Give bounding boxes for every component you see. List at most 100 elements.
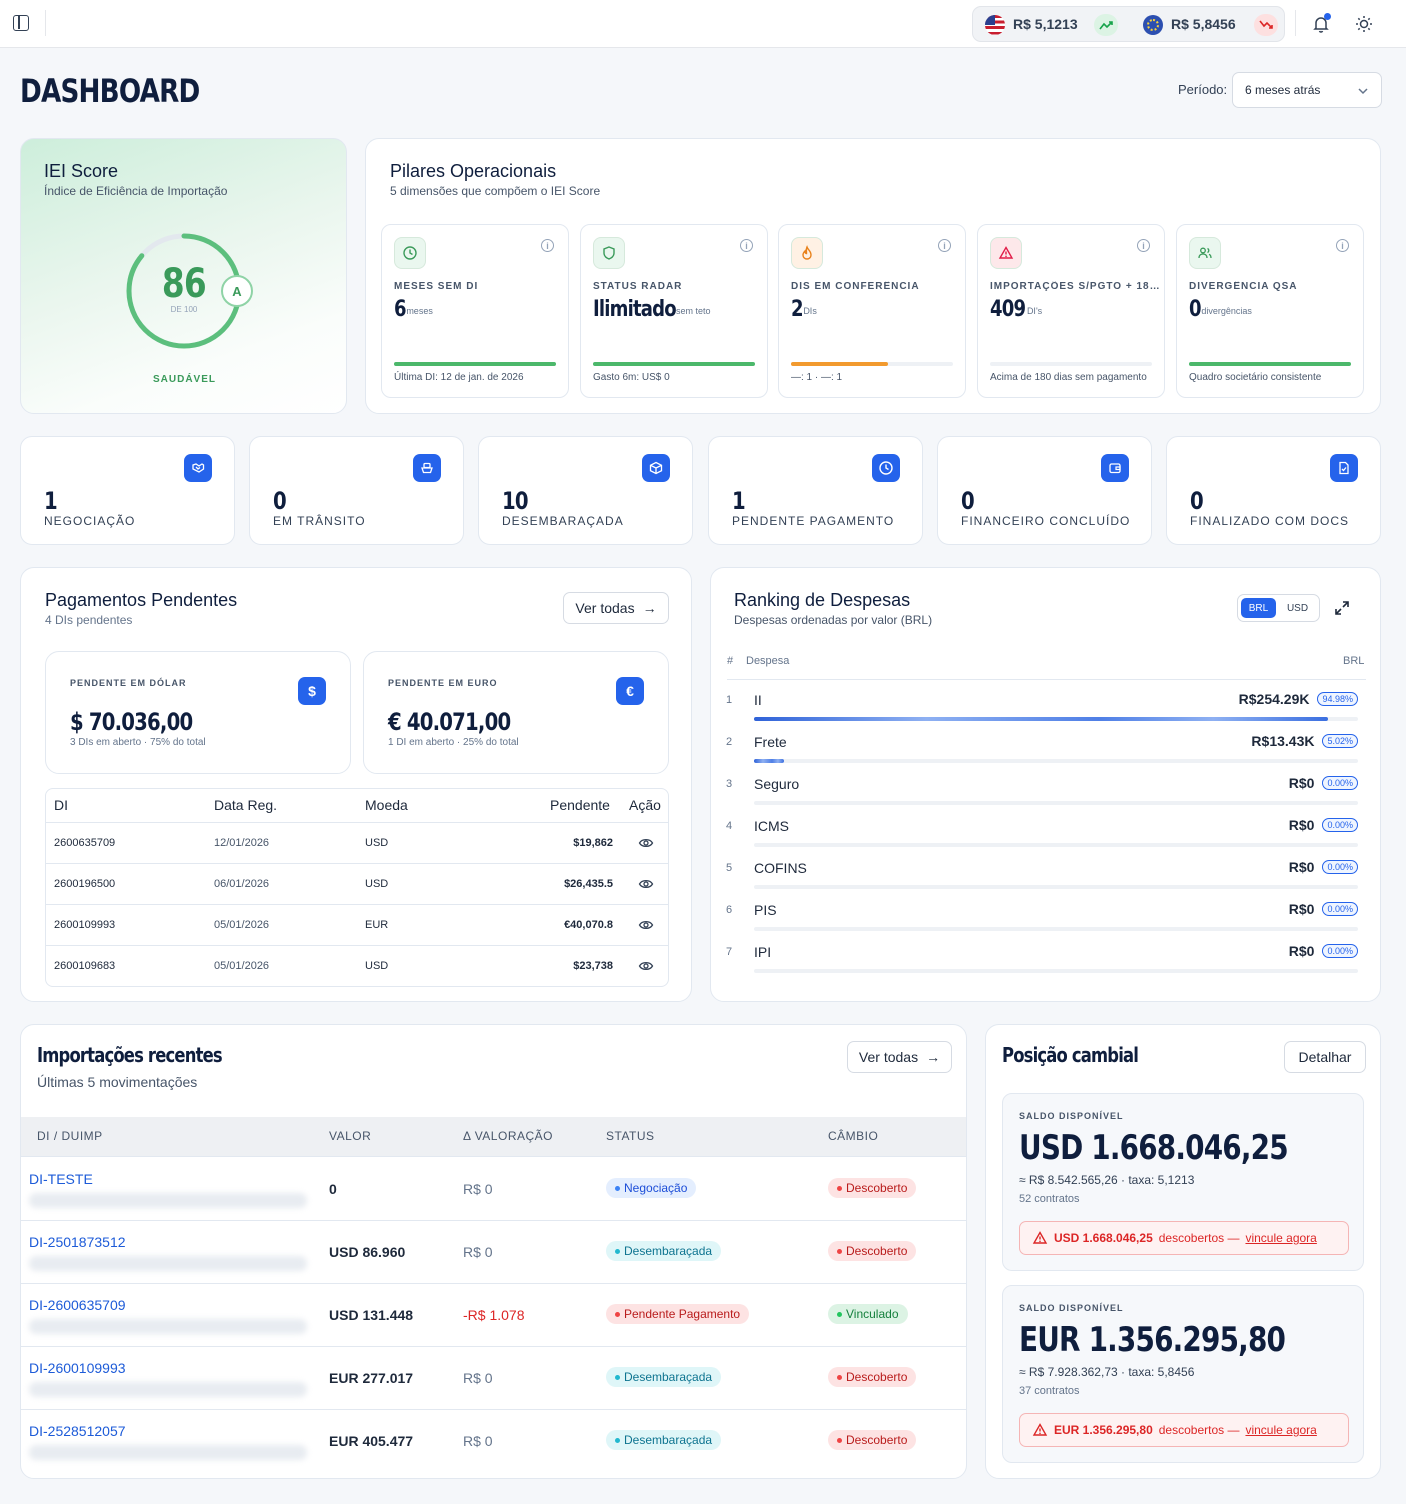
pillar-progress: [791, 362, 953, 366]
info-icon[interactable]: i: [1137, 239, 1150, 252]
di-link[interactable]: DI-2501873512: [29, 1234, 126, 1250]
status-text: Desembaraçada: [624, 1433, 713, 1447]
fx-detail-button[interactable]: Detalhar: [1284, 1041, 1366, 1073]
period-select[interactable]: 6 meses atrás: [1232, 72, 1382, 108]
alert-icon: [990, 237, 1022, 269]
cell-pending: $19,862: [573, 837, 613, 849]
ranking-name: Frete: [754, 734, 787, 750]
ranking-bar-fill: [754, 717, 1328, 721]
eye-icon[interactable]: [638, 959, 654, 973]
table-row: 2600196500 06/01/2026 USD $26,435.5: [46, 864, 668, 905]
di-link[interactable]: DI-TESTE: [29, 1171, 93, 1187]
ranking-name: PIS: [754, 902, 777, 918]
table-row: 2600635709 12/01/2026 USD $19,862: [46, 823, 668, 864]
pillar-progress-fill: [1189, 362, 1351, 366]
col-action: Ação: [629, 797, 661, 813]
pending-eur-card: PENDENTE EM EURO € € 40.071,00 1 DI em a…: [363, 651, 669, 774]
cell-currency: USD: [365, 878, 389, 890]
euro-icon: €: [616, 677, 644, 705]
recent-imports-card: Importações recentes Últimas 5 movimenta…: [20, 1024, 967, 1479]
status-dot: [615, 1437, 620, 1443]
col-value: VALOR: [329, 1129, 372, 1143]
pillar-label: IMPORTAÇÕES S/PGTO + 18…: [990, 281, 1160, 292]
pending-usd-card: PENDENTE EM DÓLAR $ $ 70.036,00 3 DIs em…: [45, 651, 351, 774]
status-text: Desembaraçada: [624, 1244, 713, 1258]
stat-card[interactable]: 1 NEGOCIAÇÃO: [20, 436, 235, 545]
fx-alert-link[interactable]: vincule agora: [1245, 1231, 1316, 1245]
ranking-col-currency: BRL: [1343, 655, 1365, 667]
chevron-down-icon: [1358, 88, 1368, 95]
info-icon[interactable]: i: [541, 239, 554, 252]
stat-card[interactable]: 0 FINANCEIRO CONCLUÍDO: [937, 436, 1152, 545]
status-badge: Pendente Pagamento: [606, 1304, 750, 1324]
table-row[interactable]: DI-TESTE 0 R$ 0 Negociação Descoberto: [21, 1158, 966, 1221]
info-icon[interactable]: i: [1336, 239, 1349, 252]
warning-icon: [1032, 1422, 1048, 1438]
cell-value: USD 86.960: [329, 1244, 406, 1260]
pillar-progress: [990, 362, 1152, 366]
info-icon[interactable]: i: [740, 239, 753, 252]
eu-flag-icon: [1143, 15, 1163, 35]
clock-icon: [872, 454, 900, 482]
table-row[interactable]: DI-2600109993 EUR 277.017 R$ 0 Desembaraçad…: [21, 1347, 966, 1410]
table-row[interactable]: DI-2528512057 EUR 405.477 R$ 0 Desembaraçad…: [21, 1410, 966, 1473]
stat-label: FINANCEIRO CONCLUÍDO: [961, 514, 1131, 528]
ranking-value: R$0: [1288, 943, 1315, 959]
table-header: DI Data Reg. Moeda Pendente Ação: [46, 789, 668, 823]
theme-toggle-sun-icon[interactable]: [1354, 14, 1374, 34]
eye-icon[interactable]: [638, 918, 654, 932]
fx-dot: [837, 1437, 842, 1443]
pillar-progress-fill: [394, 362, 556, 366]
toggle-usd[interactable]: USD: [1280, 598, 1315, 618]
recent-view-all-button[interactable]: Ver todas →: [847, 1041, 952, 1073]
eye-icon[interactable]: [638, 836, 654, 850]
expand-icon[interactable]: [1333, 599, 1351, 617]
blurred-description: [29, 1256, 307, 1271]
usd-rate: R$ 5,1213: [1013, 16, 1078, 32]
warning-icon: [1032, 1230, 1048, 1246]
stat-value: 0: [273, 487, 289, 515]
table-row[interactable]: DI-2600635709 USD 131.448 -R$ 1.078 Pendent…: [21, 1284, 966, 1347]
status-dot: [615, 1374, 620, 1380]
pillar-unit: divergências: [1201, 306, 1252, 316]
ranking-rank: 7: [726, 946, 733, 958]
fx-brl-equivalent: ≈ R$ 8.542.565,26 · taxa: 5,1213: [1019, 1173, 1195, 1187]
sidebar-toggle-icon[interactable]: [13, 15, 29, 31]
fx-alert: EUR 1.356.295,80 descobertos — vincule ago…: [1019, 1413, 1349, 1447]
stat-card[interactable]: 0 FINALIZADO COM DOCS: [1166, 436, 1381, 545]
table-row[interactable]: DI-2501873512 USD 86.960 R$ 0 Desembaraçada…: [21, 1221, 966, 1284]
stat-card[interactable]: 10 DESEMBARAÇADA: [478, 436, 693, 545]
eye-icon[interactable]: [638, 877, 654, 891]
file-check-icon: [1330, 454, 1358, 482]
di-link[interactable]: DI-2528512057: [29, 1423, 126, 1439]
stat-card[interactable]: 0 EM TRÂNSITO: [249, 436, 464, 545]
ranking-name: II: [754, 692, 762, 708]
stat-card[interactable]: 1 PENDENTE PAGAMENTO: [708, 436, 923, 545]
ship-icon: [413, 454, 441, 482]
cell-date: 12/01/2026: [214, 837, 270, 849]
pillar-card: i MESES SEM DI 6meses Última DI: 12 de jan.…: [381, 224, 569, 398]
ranking-bar: [754, 717, 1358, 721]
pillar-value-number: 0: [1189, 297, 1202, 322]
pillar-progress: [1189, 362, 1351, 366]
view-all-label: Ver todas: [575, 600, 635, 616]
status-badge: Desembaraçada: [606, 1241, 722, 1261]
clock-icon: [394, 237, 426, 269]
ranking-value: R$0: [1288, 817, 1315, 833]
toggle-brl[interactable]: BRL: [1241, 598, 1276, 618]
stat-label: EM TRÂNSITO: [273, 514, 366, 528]
col-pending: Pendente: [550, 797, 610, 813]
notification-bell-icon[interactable]: [1311, 13, 1331, 34]
fx-alert-link[interactable]: vincule agora: [1245, 1423, 1316, 1437]
di-link[interactable]: DI-2600109993: [29, 1360, 126, 1376]
fx-badge: Descoberto: [828, 1178, 917, 1198]
pillars-title: Pilares Operacionais: [390, 161, 557, 181]
ranking-value-group: R$0 0.00%: [1289, 901, 1358, 917]
col-fx: CÂMBIO: [828, 1129, 879, 1143]
pillar-value: 6meses: [394, 297, 433, 322]
di-link[interactable]: DI-2600635709: [29, 1297, 126, 1313]
info-icon[interactable]: i: [938, 239, 951, 252]
payments-view-all-button[interactable]: Ver todas →: [563, 592, 669, 624]
ranking-bar-fill: [754, 759, 785, 763]
cell-delta: R$ 0: [463, 1433, 493, 1449]
